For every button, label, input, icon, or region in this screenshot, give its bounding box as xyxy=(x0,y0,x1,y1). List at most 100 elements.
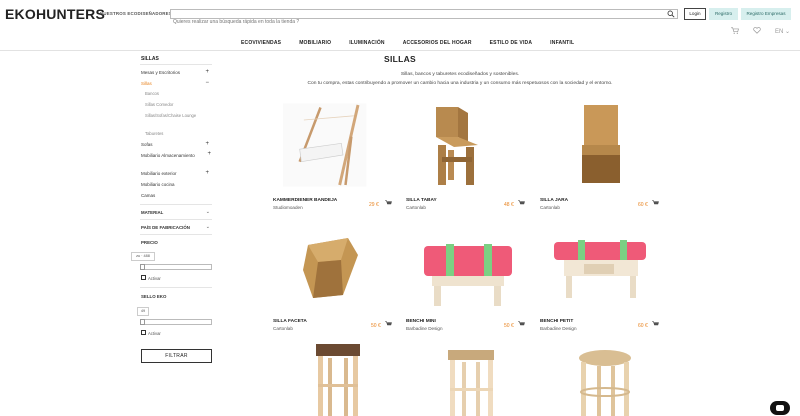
search-box xyxy=(170,9,678,26)
nav-accesorios[interactable]: ACCESORIOS DEL HOGAR xyxy=(403,40,472,46)
nav-infantil[interactable]: INFANTIL xyxy=(550,40,574,46)
price-activar-label: Activar xyxy=(148,276,161,281)
product-price: 48 € xyxy=(504,202,514,208)
utility-icons: EN ⌄ xyxy=(731,26,790,36)
product-name[interactable]: KAMMERDIENER BANDEJA xyxy=(273,198,337,203)
product-card[interactable]: BENCHI PETIT Barbadine Design 60 € xyxy=(540,220,660,340)
expand-icon[interactable]: + xyxy=(205,141,209,147)
language-selector[interactable]: EN ⌄ xyxy=(775,28,790,35)
subcategory-bancos[interactable]: Bancos xyxy=(145,91,205,97)
category-cocina[interactable]: Mobiliario cocina xyxy=(141,182,211,188)
nav-iluminacion[interactable]: ILUMINACIÓN xyxy=(349,40,385,46)
register-company-button[interactable]: Registro Empresas xyxy=(741,8,791,20)
sello-activar-checkbox[interactable] xyxy=(141,330,146,335)
nav-estilo-de-vida[interactable]: ESTILO DE VIDA xyxy=(490,40,533,46)
price-activar-checkbox[interactable] xyxy=(141,275,146,280)
heart-icon[interactable] xyxy=(753,26,761,36)
filter-pais[interactable]: PAÍS DE FABRICACIÓN xyxy=(141,225,190,230)
language-label: EN xyxy=(774,28,784,35)
search-icon[interactable] xyxy=(667,10,675,18)
add-to-cart-icon[interactable] xyxy=(652,321,659,329)
description-line: Sillas, bancos y taburetes ecodiseñados … xyxy=(400,72,520,77)
divider xyxy=(140,64,212,65)
subcategory-sillas-sofas[interactable]: Sillas/Sofas/Chaise Lounge xyxy=(145,113,205,119)
expand-icon[interactable]: + xyxy=(207,151,211,157)
product-image[interactable] xyxy=(540,220,660,320)
product-brand[interactable]: Cartonlab xyxy=(540,205,560,210)
filter-material[interactable]: MATERIAL xyxy=(141,210,163,215)
product-image[interactable] xyxy=(283,95,383,195)
product-image[interactable] xyxy=(565,344,645,416)
cart-icon[interactable] xyxy=(731,26,739,36)
product-brand[interactable]: Cartonlab xyxy=(273,326,293,331)
product-brand[interactable]: Cartonlab xyxy=(406,205,426,210)
top-header: EKOHUNTERS NUESTROS ECODISEÑADORES Login… xyxy=(0,0,800,27)
description-line: Con tu compra, estas contribuyendo a pro… xyxy=(307,80,613,86)
product-name[interactable]: BENCHI PETIT xyxy=(540,319,573,324)
chat-button[interactable] xyxy=(770,401,790,415)
login-button[interactable]: Login xyxy=(684,8,706,20)
product-price: 60 € xyxy=(638,202,648,208)
product-card[interactable]: SILLA TABAY Cartonlab 48 € xyxy=(406,95,526,215)
nav-ecoviviendas[interactable]: ECOVIVIENDAS xyxy=(241,40,281,46)
divider xyxy=(140,234,212,235)
product-card[interactable]: SILLA FACETA Cartonlab 50 € xyxy=(273,220,393,340)
add-to-cart-icon[interactable] xyxy=(518,200,525,208)
product-brand[interactable]: Barbadine Design xyxy=(406,326,443,331)
product-image[interactable] xyxy=(298,344,378,416)
sello-slider-handle[interactable] xyxy=(140,319,145,325)
divider xyxy=(140,204,212,205)
filter-sello-eko: SELLO EKO xyxy=(141,294,167,299)
search-input[interactable] xyxy=(171,18,666,26)
sello-range-value: 49 xyxy=(137,307,149,316)
site-logo[interactable]: EKOHUNTERS xyxy=(5,6,105,22)
add-to-cart-icon[interactable] xyxy=(385,200,392,208)
sidebar-title: SILLAS xyxy=(141,56,159,62)
chat-icon xyxy=(776,405,784,411)
nav-mobiliario[interactable]: MOBILIARIO xyxy=(299,40,331,46)
category-mesas[interactable]: Mesas y Escritorios + xyxy=(141,69,211,76)
sello-activar-label: Activar xyxy=(148,331,161,336)
expand-icon[interactable]: + xyxy=(205,69,209,75)
category-exterior[interactable]: Mobiliario exterior + xyxy=(141,170,211,177)
price-slider[interactable] xyxy=(141,264,212,270)
product-image[interactable] xyxy=(406,220,526,320)
product-name[interactable]: SILLA FACETA xyxy=(273,319,307,324)
category-almacenamiento[interactable]: Mobiliario Almacenamiento xyxy=(141,153,196,159)
category-label: Mobiliario Almacenamiento xyxy=(141,153,195,158)
price-slider-handle[interactable] xyxy=(140,264,145,270)
product-name[interactable]: SILLA JARA xyxy=(540,198,568,203)
expand-icon[interactable]: + xyxy=(205,170,209,176)
product-card[interactable]: KAMMERDIENER BANDEJA Studiomoaden 29 € xyxy=(273,95,393,215)
product-brand[interactable]: Studiomoaden xyxy=(273,205,303,210)
chevron-down-icon: ⌄ xyxy=(784,28,790,35)
chevron-down-icon[interactable]: ⌄ xyxy=(206,224,210,230)
designers-link[interactable]: NUESTROS ECODISEÑADORES xyxy=(100,11,172,16)
add-to-cart-icon[interactable] xyxy=(518,321,525,329)
subcategory-taburetes[interactable]: Taburetes xyxy=(145,131,205,137)
category-camas[interactable]: Camas xyxy=(141,193,211,199)
product-name[interactable]: SILLA TABAY xyxy=(406,198,437,203)
divider xyxy=(140,219,212,220)
register-button[interactable]: Registro xyxy=(709,8,738,20)
category-label: Mesas y Escritorios xyxy=(141,70,181,75)
product-image[interactable] xyxy=(540,95,660,195)
category-sillas[interactable]: Sillas − xyxy=(141,80,211,87)
add-to-cart-icon[interactable] xyxy=(652,200,659,208)
product-image[interactable] xyxy=(273,220,393,320)
product-image[interactable] xyxy=(406,95,526,195)
product-brand[interactable]: Barbadine Design xyxy=(540,326,577,331)
product-image[interactable] xyxy=(432,344,512,416)
sello-slider[interactable] xyxy=(141,319,212,325)
category-label: Mobiliario exterior xyxy=(141,171,177,176)
product-card[interactable]: BENCHI MINI Barbadine Design 50 € xyxy=(406,220,526,340)
category-sofas[interactable]: Sofas + xyxy=(141,141,211,148)
chevron-down-icon[interactable]: ⌄ xyxy=(206,209,210,215)
product-name[interactable]: BENCHI MINI xyxy=(406,319,436,324)
product-card[interactable]: SILLA JARA Cartonlab 60 € xyxy=(540,95,660,215)
subcategory-sillas-comedor[interactable]: Sillas Comedor xyxy=(145,102,205,108)
collapse-icon[interactable]: − xyxy=(205,80,209,86)
filter-button[interactable]: FILTRAR xyxy=(141,349,212,363)
add-to-cart-icon[interactable] xyxy=(385,321,392,329)
product-price: 50 € xyxy=(504,323,514,329)
